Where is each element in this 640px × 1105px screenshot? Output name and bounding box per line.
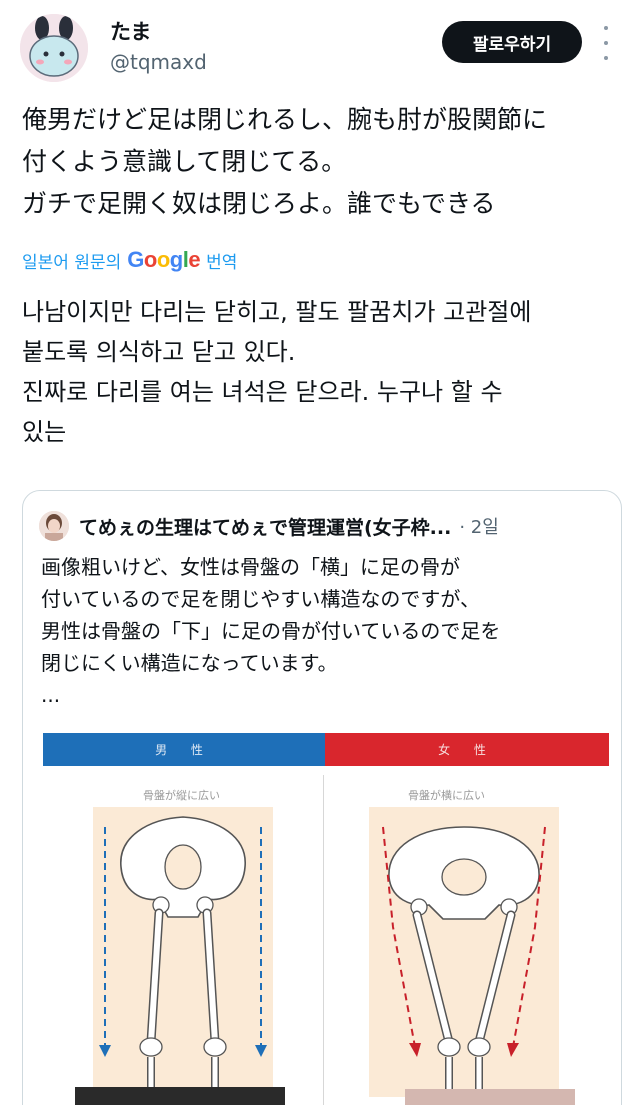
tweet-header: たま @tqmaxd 팔로우하기	[0, 0, 640, 90]
more-vertical-icon[interactable]	[598, 26, 614, 60]
translated-line: 진짜로 다리를 여는 녀석은 닫으라. 누구나 할 수	[22, 378, 503, 406]
female-skeleton-illustration	[369, 807, 559, 1097]
avatar-image	[20, 14, 88, 82]
translated-line: 붙도록 의식하고 닫고 있다.	[22, 338, 296, 366]
quoted-tweet-card[interactable]: てめぇの生理はてめぇで管理運営(女子枠... · 2일 画像粗いけど、女性は骨盤…	[22, 490, 622, 1105]
follow-button[interactable]: 팔로우하기	[442, 21, 582, 63]
quote-avatar-image	[39, 511, 69, 541]
image-divider	[323, 775, 324, 1105]
quote-author-name[interactable]: てめぇの生理はてめぇで管理運営(女子枠...	[79, 513, 451, 540]
quote-line: 画像粗いけど、女性は骨盤の「横」に足の骨が	[41, 555, 460, 579]
user-display-name[interactable]: たま	[110, 16, 151, 46]
quote-ellipsis: ...	[41, 683, 61, 707]
female-label: 女 性	[325, 733, 609, 766]
quote-media-image[interactable]: 男 性 女 性 骨盤が縦に広い 骨盤が横に広い	[23, 727, 621, 1105]
image-bottom-pink-area	[405, 1089, 575, 1105]
quote-timestamp[interactable]: · 2일	[459, 513, 498, 539]
translated-line: 있는	[22, 418, 67, 446]
quote-header: てめぇの生理はてめぇで管理運営(女子枠... · 2일	[39, 509, 609, 543]
quote-avatar[interactable]	[39, 511, 69, 541]
google-logo: Google	[127, 247, 201, 272]
image-bottom-dark-area	[75, 1087, 285, 1105]
male-skeleton-illustration	[93, 807, 273, 1097]
tweet-original-text: 俺男だけど足は閉じれるし、腕も肘が股関節に 付くよう意識して閉じてる。 ガチで足…	[22, 99, 622, 225]
female-caption: 骨盤が横に広い	[408, 789, 485, 802]
translate-prefix: 일본어 원문의	[22, 252, 122, 273]
quote-line: 男性は骨盤の「下」に足の骨が付いているので足を	[41, 619, 501, 643]
tweet-line: ガチで足開く奴は閉じろよ。誰でもできる	[22, 189, 496, 218]
male-caption: 骨盤が縦に広い	[143, 789, 220, 802]
quote-text: 画像粗いけど、女性は骨盤の「横」に足の骨が 付いているので足を閉じやすい構造なの…	[41, 551, 611, 711]
user-handle[interactable]: @tqmaxd	[110, 50, 207, 74]
quote-line: 付いているので足を閉じやすい構造なのですが、	[41, 587, 480, 611]
translated-line: 나남이지만 다리는 닫히고, 팔도 팔꿈치가 고관절에	[22, 298, 532, 326]
male-label: 男 性	[43, 733, 325, 766]
tweet-line: 俺男だけど足は閉じれるし、腕も肘が股関節に	[22, 105, 548, 134]
translate-suffix: 번역	[206, 252, 238, 273]
tweet-line: 付くよう意識して閉じてる。	[22, 147, 347, 176]
user-avatar[interactable]	[20, 14, 88, 82]
quote-line: 閉じにくい構造になっています。	[41, 651, 338, 675]
translate-attribution[interactable]: 일본어 원문의 Google 번역	[22, 247, 237, 273]
tweet-translated-text: 나남이지만 다리는 닫히고, 팔도 팔꿈치가 고관절에 붙도록 의식하고 닫고 …	[22, 292, 622, 452]
